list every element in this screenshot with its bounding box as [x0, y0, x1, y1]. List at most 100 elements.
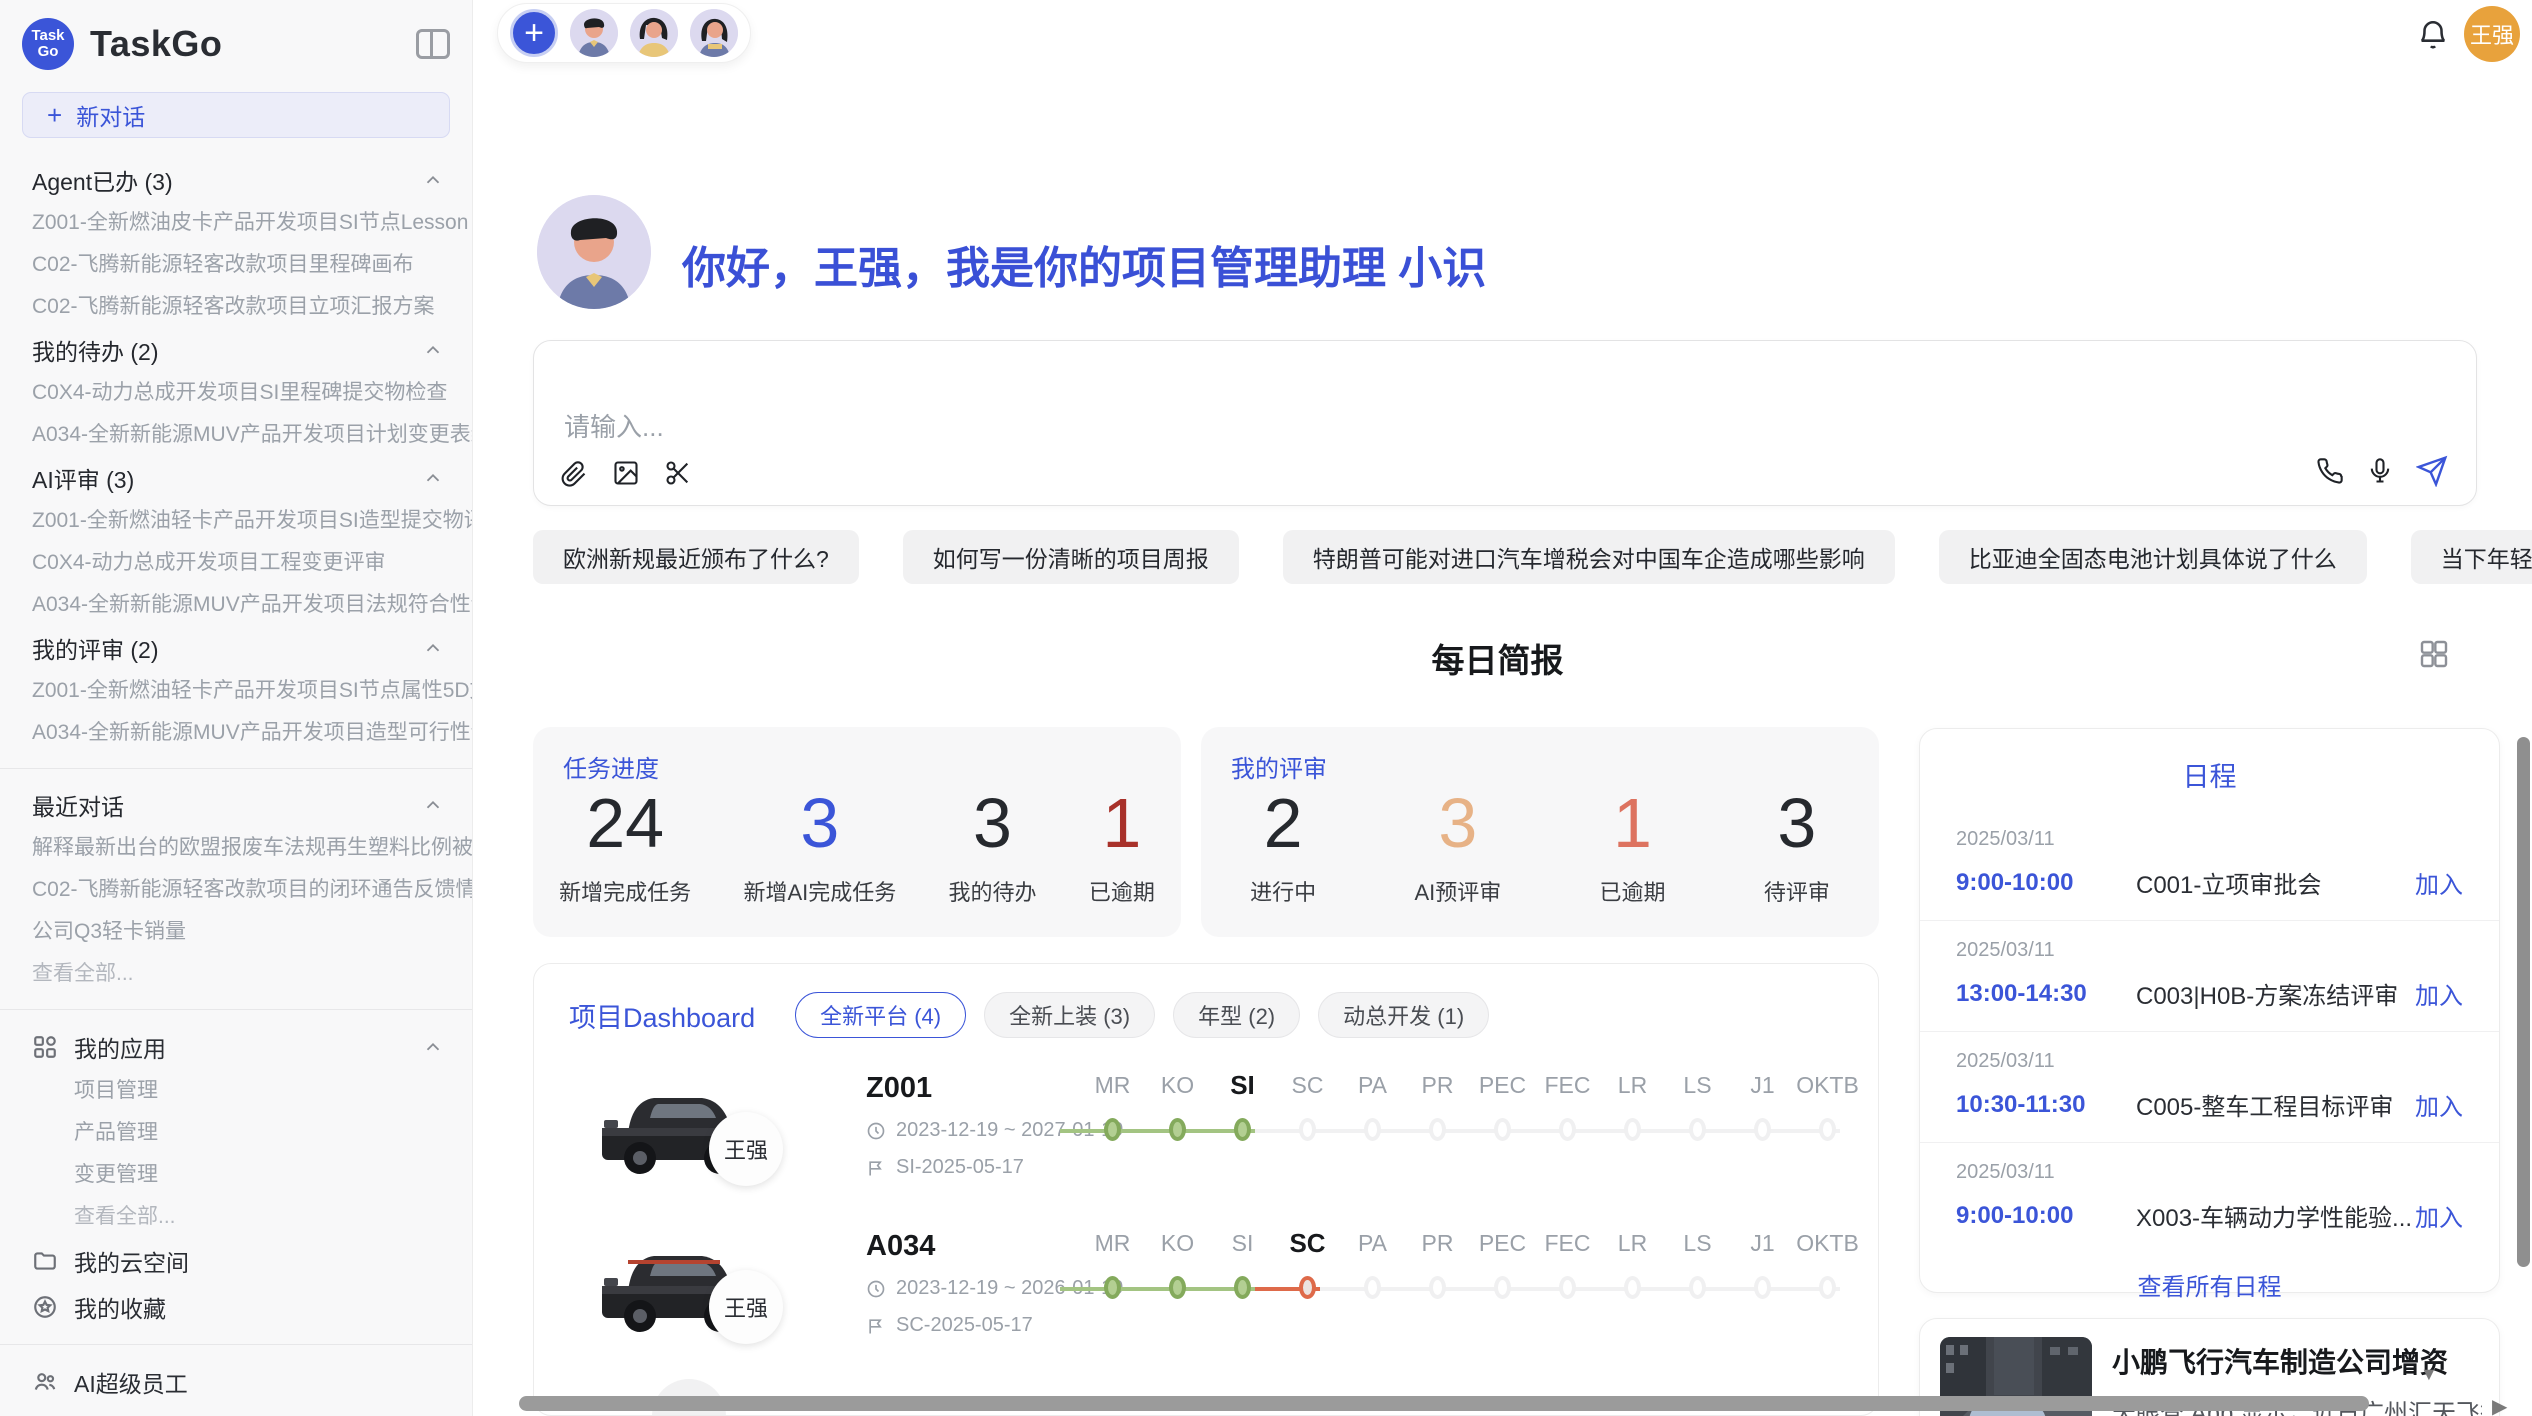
suggestion-chip[interactable]: 当下年轻人对汽车外观有怎样的喜好趋势 — [2411, 530, 2532, 584]
new-chat-button[interactable]: + 新对话 — [22, 92, 450, 138]
milestone-node[interactable] — [1624, 1276, 1641, 1299]
chat-input-placeholder[interactable]: 请输入... — [564, 407, 664, 444]
scroll-down-arrow-icon[interactable]: ▼ — [2420, 1364, 2438, 1385]
sidebar-item-ai-super-staff[interactable]: AI超级员工 — [0, 1359, 472, 1405]
chevron-up-icon[interactable] — [422, 339, 444, 361]
section-my-review[interactable]: 我的评审 (2) — [0, 626, 472, 670]
chevron-up-icon[interactable] — [422, 1036, 444, 1058]
sidebar-item-cloud-space[interactable]: 我的云空间 — [0, 1238, 472, 1284]
image-icon[interactable] — [612, 459, 640, 487]
chevron-up-icon[interactable] — [422, 169, 444, 191]
milestone-node[interactable] — [1364, 1118, 1381, 1141]
milestone-node[interactable] — [1559, 1276, 1576, 1299]
section-ai-review[interactable]: AI评审 (3) — [0, 456, 472, 500]
recent-chat-item[interactable]: 公司Q3轻卡销量 — [0, 911, 472, 953]
phone-icon[interactable] — [2316, 457, 2344, 485]
sidebar-item-help-writing[interactable]: 帮我写作 — [0, 1405, 472, 1416]
suggestion-chip[interactable]: 特朗普可能对进口汽车增税会对中国车企造成哪些影响 — [1283, 530, 1895, 584]
sidebar-task-item[interactable]: C0X4-动力总成开发项目SI里程碑提交物检查 — [0, 372, 472, 414]
view-all-schedule-link[interactable]: 查看所有日程 — [1920, 1267, 2499, 1302]
tab-new-body[interactable]: 全新上装 (3) — [984, 992, 1155, 1038]
send-icon[interactable] — [2416, 455, 2448, 487]
user-avatar[interactable]: 王强 — [2464, 6, 2520, 62]
app-item-change-mgmt[interactable]: 变更管理 — [0, 1154, 472, 1196]
app-item-product-mgmt[interactable]: 产品管理 — [0, 1112, 472, 1154]
avatar[interactable] — [570, 9, 618, 57]
scroll-right-arrow-icon[interactable]: ▶ — [2492, 1394, 2507, 1416]
join-button[interactable]: 加入 — [2415, 1087, 2463, 1122]
milestone-node[interactable] — [1104, 1276, 1121, 1299]
suggestion-chip[interactable]: 欧洲新规最近颁布了什么? — [533, 530, 859, 584]
tab-new-platform[interactable]: 全新平台 (4) — [795, 992, 966, 1038]
tab-powertrain[interactable]: 动总开发 (1) — [1318, 992, 1489, 1038]
sidebar-item-my-apps[interactable]: 我的应用 — [0, 1024, 472, 1070]
chevron-up-icon[interactable] — [422, 467, 444, 489]
chevron-up-icon[interactable] — [422, 637, 444, 659]
milestone-node[interactable] — [1754, 1118, 1771, 1141]
schedule-item[interactable]: 2025/03/11 9:00-10:00 X003-车辆动力学性能验... 加… — [1920, 1142, 2499, 1253]
sidebar-task-item[interactable]: A034-全新新能源MUV产品开发项目造型可行性评审 — [0, 712, 472, 754]
join-button[interactable]: 加入 — [2415, 865, 2463, 900]
sidebar-task-item[interactable]: A034-全新新能源MUV产品开发项目法规符合性评审 — [0, 584, 472, 626]
layout-grid-icon[interactable] — [2418, 638, 2450, 670]
suggestion-chip[interactable]: 比亚迪全固态电池计划具体说了什么 — [1939, 530, 2367, 584]
sidebar-task-item[interactable]: C02-飞腾新能源轻客改款项目里程碑画布 — [0, 244, 472, 286]
add-conversation-button[interactable]: + — [510, 9, 558, 57]
schedule-item[interactable]: 2025/03/11 9:00-10:00 C001-立项审批会 加入 — [1920, 810, 2499, 920]
milestone-node[interactable] — [1169, 1118, 1186, 1141]
recent-chat-item[interactable]: C02-飞腾新能源轻客改款项目的闭环通告反馈情况 — [0, 869, 472, 911]
horizontal-scrollbar[interactable] — [519, 1396, 2369, 1411]
sidebar-task-item[interactable]: C0X4-动力总成开发项目工程变更评审 — [0, 542, 472, 584]
milestone-node[interactable] — [1234, 1276, 1251, 1299]
microphone-icon[interactable] — [2366, 457, 2394, 485]
tab-year-model[interactable]: 年型 (2) — [1173, 992, 1300, 1038]
milestone-node[interactable] — [1819, 1276, 1836, 1299]
chat-input-card[interactable]: 请输入... — [533, 340, 2477, 506]
section-recent-chats[interactable]: 最近对话 — [0, 783, 472, 827]
project-row[interactable]: 王强 Z001 2023-12-19 ~ 2027-01-19 SI-2025-… — [534, 1064, 1878, 1214]
schedule-item[interactable]: 2025/03/11 10:30-11:30 C005-整车工程目标评审 加入 — [1920, 1031, 2499, 1142]
chevron-up-icon[interactable] — [422, 794, 444, 816]
milestone-node[interactable] — [1299, 1276, 1316, 1299]
recent-view-all[interactable]: 查看全部... — [0, 953, 472, 995]
sidebar-task-item[interactable]: Z001-全新燃油皮卡产品开发项目SI节点Lesson Learn报告 — [0, 202, 472, 244]
schedule-item[interactable]: 2025/03/11 13:00-14:30 C003|H0B-方案冻结评审 加… — [1920, 920, 2499, 1031]
recent-chat-item[interactable]: 解释最新出台的欧盟报废车法规再生塑料比例被调至15%... — [0, 827, 472, 869]
milestone-node[interactable] — [1754, 1276, 1771, 1299]
avatar[interactable] — [630, 9, 678, 57]
milestone-node[interactable] — [1364, 1276, 1381, 1299]
milestone-node[interactable] — [1494, 1118, 1511, 1141]
app-item-project-mgmt[interactable]: 项目管理 — [0, 1070, 472, 1112]
collapse-sidebar-icon[interactable] — [416, 29, 450, 59]
vertical-scrollbar[interactable] — [2517, 737, 2530, 1267]
join-button[interactable]: 加入 — [2415, 976, 2463, 1011]
milestone-node[interactable] — [1299, 1118, 1316, 1141]
join-button[interactable]: 加入 — [2415, 1198, 2463, 1233]
notifications-bell-icon[interactable] — [2416, 18, 2450, 52]
avatar[interactable] — [690, 9, 738, 57]
sidebar-task-item[interactable]: A034-全新新能源MUV产品开发项目计划变更表编写 — [0, 414, 472, 456]
sidebar-item-favorites[interactable]: 我的收藏 — [0, 1284, 472, 1330]
milestone-node[interactable] — [1689, 1118, 1706, 1141]
apps-view-all[interactable]: 查看全部... — [0, 1196, 472, 1238]
milestone-node[interactable] — [1689, 1276, 1706, 1299]
news-title[interactable]: 小鹏飞行汽车制造公司增资 — [2112, 1341, 2448, 1381]
sidebar-task-item[interactable]: Z001-全新燃油轻卡产品开发项目SI造型提交物评审 — [0, 500, 472, 542]
milestone-node[interactable] — [1104, 1118, 1121, 1141]
project-row[interactable]: 王强 A034 2023-12-19 ~ 2026-01-19 SC-2025-… — [534, 1222, 1878, 1372]
sidebar-task-item[interactable]: Z001-全新燃油轻卡产品开发项目SI节点属性5D文件评审 — [0, 670, 472, 712]
milestone-node[interactable] — [1169, 1276, 1186, 1299]
milestone-node[interactable] — [1559, 1118, 1576, 1141]
milestone-node[interactable] — [1494, 1276, 1511, 1299]
section-my-todo[interactable]: 我的待办 (2) — [0, 328, 472, 372]
attachment-icon[interactable] — [560, 459, 588, 487]
milestone-node[interactable] — [1429, 1118, 1446, 1141]
milestone-node[interactable] — [1429, 1276, 1446, 1299]
section-agent-done[interactable]: Agent已办 (3) — [0, 158, 472, 202]
suggestion-chip[interactable]: 如何写一份清晰的项目周报 — [903, 530, 1239, 584]
milestone-node[interactable] — [1819, 1118, 1836, 1141]
milestone-node[interactable] — [1234, 1118, 1251, 1141]
scissors-icon[interactable] — [664, 459, 692, 487]
milestone-node[interactable] — [1624, 1118, 1641, 1141]
sidebar-task-item[interactable]: C02-飞腾新能源轻客改款项目立项汇报方案 — [0, 286, 472, 328]
